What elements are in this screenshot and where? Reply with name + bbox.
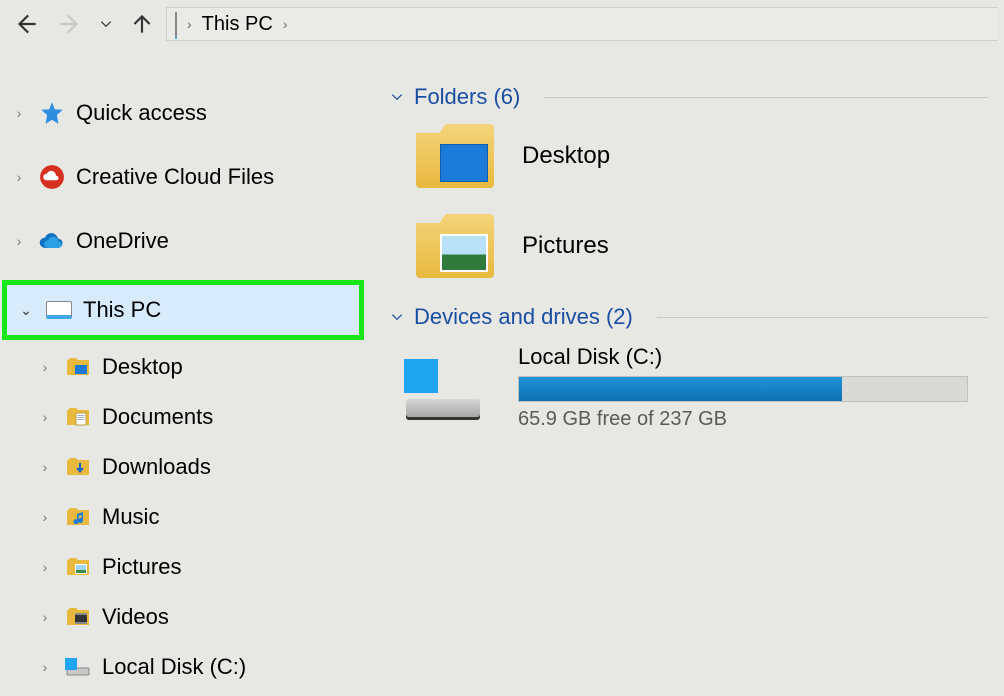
folder-item-pictures[interactable]: Pictures <box>416 214 988 278</box>
sidebar-item-label: Documents <box>102 404 213 430</box>
group-header-folders[interactable]: Folders (6) <box>390 84 988 110</box>
star-icon <box>38 99 66 127</box>
folder-icon <box>64 603 92 631</box>
folder-item-desktop[interactable]: Desktop <box>416 124 988 188</box>
folder-icon <box>64 403 92 431</box>
sidebar-item-label: Quick access <box>76 100 207 126</box>
sidebar-item-pictures[interactable]: › Pictures <box>0 542 368 592</box>
sidebar-item-label: Creative Cloud Files <box>76 164 274 190</box>
chevron-right-icon[interactable]: › <box>36 359 54 375</box>
sidebar-item-label: OneDrive <box>76 228 169 254</box>
chevron-right-icon[interactable]: › <box>10 169 28 185</box>
chevron-right-icon[interactable]: › <box>36 459 54 475</box>
sidebar-item-documents[interactable]: › Documents <box>0 392 368 442</box>
sidebar-item-label: Videos <box>102 604 169 630</box>
sidebar-item-label: Desktop <box>102 354 183 380</box>
drive-icon <box>400 353 490 423</box>
content-pane: Folders (6) Desktop Pictures Devices and… <box>368 48 1004 696</box>
this-pc-icon <box>175 13 177 36</box>
up-button[interactable] <box>122 4 162 44</box>
chevron-down-icon <box>390 90 404 104</box>
recent-locations-dropdown[interactable] <box>94 4 118 44</box>
sidebar-item-quick-access[interactable]: › Quick access <box>0 88 368 138</box>
sidebar-item-creative-cloud[interactable]: › Creative Cloud Files <box>0 152 368 202</box>
drive-capacity-bar <box>518 376 968 402</box>
chevron-right-icon[interactable]: › <box>36 609 54 625</box>
sidebar-item-label: This PC <box>83 297 161 323</box>
drive-icon <box>64 653 92 681</box>
tutorial-highlight: ⌄ This PC <box>2 280 364 340</box>
sidebar-item-desktop[interactable]: › Desktop <box>0 342 368 392</box>
navigation-tree: › Quick access › Creative Cloud Files › … <box>0 48 368 696</box>
folder-icon <box>416 214 494 278</box>
divider <box>657 317 988 318</box>
creative-cloud-icon <box>38 163 66 191</box>
chevron-right-icon: › <box>279 16 292 32</box>
drive-free-space: 65.9 GB free of 237 GB <box>518 408 968 431</box>
chevron-right-icon[interactable]: › <box>36 559 54 575</box>
group-header-drives[interactable]: Devices and drives (2) <box>390 304 988 330</box>
drive-label: Local Disk (C:) <box>518 344 968 370</box>
address-bar[interactable]: › This PC › <box>166 7 998 41</box>
folder-label: Pictures <box>522 232 609 260</box>
chevron-right-icon[interactable]: › <box>36 509 54 525</box>
onedrive-icon <box>38 227 66 255</box>
sidebar-item-local-disk[interactable]: › Local Disk (C:) <box>0 642 368 692</box>
sidebar-item-label: Downloads <box>102 454 211 480</box>
divider <box>544 97 988 98</box>
group-title: Folders (6) <box>414 84 520 110</box>
this-pc-icon <box>45 296 73 324</box>
drive-item-local-disk-c[interactable]: Local Disk (C:) 65.9 GB free of 237 GB <box>400 344 988 431</box>
sidebar-item-this-pc[interactable]: ⌄ This PC <box>7 285 359 335</box>
chevron-down-icon[interactable]: ⌄ <box>17 302 35 319</box>
chevron-right-icon[interactable]: › <box>10 233 28 249</box>
folder-icon <box>64 553 92 581</box>
sidebar-item-music[interactable]: › Music <box>0 492 368 542</box>
back-button[interactable] <box>6 4 46 44</box>
sidebar-item-onedrive[interactable]: › OneDrive <box>0 216 368 266</box>
sidebar-item-label: Pictures <box>102 554 181 580</box>
chevron-right-icon[interactable]: › <box>10 105 28 121</box>
chevron-right-icon[interactable]: › <box>36 659 54 675</box>
chevron-right-icon[interactable]: › <box>36 409 54 425</box>
folder-icon <box>64 503 92 531</box>
navigation-toolbar: › This PC › <box>0 0 1004 48</box>
folder-label: Desktop <box>522 142 610 170</box>
drive-info: Local Disk (C:) 65.9 GB free of 237 GB <box>518 344 968 431</box>
sidebar-item-label: Local Disk (C:) <box>102 654 246 680</box>
group-title: Devices and drives (2) <box>414 304 633 330</box>
sidebar-item-downloads[interactable]: › Downloads <box>0 442 368 492</box>
breadcrumb-segment[interactable]: This PC <box>202 13 273 36</box>
forward-button[interactable] <box>50 4 90 44</box>
folder-icon <box>64 453 92 481</box>
sidebar-item-label: Music <box>102 504 159 530</box>
folder-icon <box>416 124 494 188</box>
sidebar-item-videos[interactable]: › Videos <box>0 592 368 642</box>
chevron-down-icon <box>390 310 404 324</box>
drive-capacity-fill <box>519 377 842 401</box>
folder-icon <box>64 353 92 381</box>
chevron-right-icon: › <box>183 16 196 32</box>
